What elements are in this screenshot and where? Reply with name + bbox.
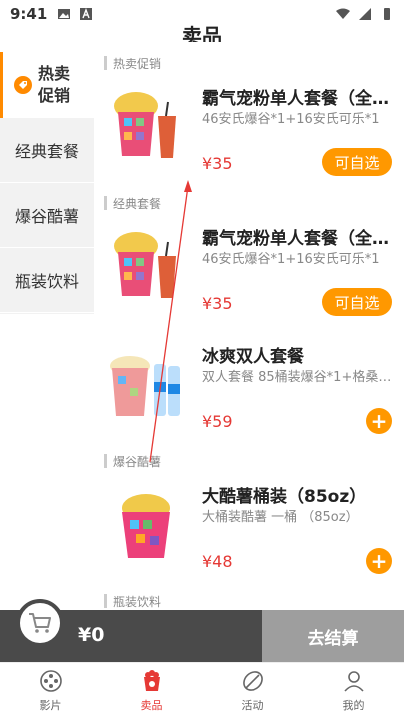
product-card[interactable]: 冰爽双人套餐 双人套餐 85桶装爆谷*1+格桑泉*2 ¥59 + — [104, 332, 404, 450]
product-price: ¥48 — [202, 552, 233, 571]
page-title: 卖品 — [182, 24, 222, 42]
product-description: 46安氏爆谷*1+16安氏可乐*1 — [202, 112, 380, 127]
cart-total: ¥0 — [78, 624, 105, 646]
checkout-button[interactable]: 去结算 — [262, 610, 404, 662]
popcorn-water-combo-image — [110, 356, 180, 416]
tab-profile[interactable]: 我的 — [303, 663, 404, 718]
tab-label: 影片 — [39, 698, 62, 712]
add-to-cart-button[interactable]: + — [366, 408, 392, 434]
tab-events[interactable]: 活动 — [202, 663, 303, 718]
sidebar-item-label: 瓶装饮料 — [14, 272, 79, 291]
fries-bucket-image — [122, 494, 170, 558]
popcorn-combo-image — [114, 92, 176, 158]
product-name: 冰爽双人套餐 — [202, 347, 304, 367]
cart-button[interactable] — [16, 599, 64, 647]
bottom-tab-bar: 影片 卖品 活动 我的 — [0, 662, 404, 718]
product-card[interactable]: 霸气宠粉单人套餐（全场） 46安氏爆谷*1+16安氏可乐*1 ¥35 可自选 — [104, 214, 404, 332]
section-header: 经典套餐 — [104, 192, 404, 214]
sidebar-active-indicator — [0, 52, 3, 118]
product-price: ¥35 — [202, 154, 233, 173]
section-header: 热卖促销 — [104, 52, 404, 74]
section-header: 爆谷酷薯 — [104, 450, 404, 472]
product-description: 大桶装酷薯 一桶 （85oz） — [202, 510, 359, 525]
product-name: 大酷薯桶装（85oz） — [202, 487, 367, 507]
add-to-cart-button[interactable]: + — [366, 548, 392, 574]
product-name: 霸气宠粉单人套餐（全场） — [202, 229, 394, 249]
popcorn-icon — [143, 669, 160, 691]
section-header: 瓶装饮料 — [104, 590, 404, 609]
product-name: 霸气宠粉单人套餐（全场） — [202, 89, 394, 109]
product-card[interactable]: 霸气宠粉单人套餐（全场） 46安氏爆谷*1+16安氏可乐*1 ¥35 可自选 — [104, 74, 404, 192]
tab-label: 我的 — [342, 698, 365, 712]
product-card[interactable]: 大酷薯桶装（85oz） 大桶装酷薯 一桶 （85oz） ¥48 + — [104, 472, 404, 590]
sidebar-item-hot-sale[interactable]: 热卖促销 — [0, 52, 94, 118]
product-list[interactable]: 热卖促销 霸气宠粉单人套餐（全场） 46安氏爆谷*1+16安氏可乐*1 ¥35 … — [104, 52, 404, 608]
product-description: 双人套餐 85桶装爆谷*1+格桑泉*2 — [202, 370, 394, 385]
sidebar-item-bottled-drinks[interactable]: 瓶装饮料 — [0, 248, 94, 313]
tab-label: 卖品 — [140, 698, 163, 712]
sidebar-item-popcorn-fries[interactable]: 爆谷酷薯 — [0, 183, 94, 248]
popcorn-combo-image — [114, 232, 176, 298]
film-reel-icon — [39, 669, 62, 692]
tab-label: 活动 — [241, 698, 264, 712]
product-description: 46安氏爆谷*1+16安氏可乐*1 — [202, 252, 380, 267]
product-price: ¥35 — [202, 294, 233, 313]
user-icon — [343, 670, 364, 692]
category-sidebar: 热卖促销 经典套餐 爆谷酷薯 瓶装饮料 — [0, 52, 94, 314]
sidebar-item-label: 经典套餐 — [14, 142, 79, 161]
product-price: ¥59 — [202, 412, 233, 431]
tag-icon — [14, 75, 32, 94]
sidebar-item-label: 爆谷酷薯 — [14, 207, 79, 226]
shopping-cart-icon — [29, 613, 51, 633]
tab-snacks[interactable]: 卖品 — [101, 663, 202, 718]
customize-button[interactable]: 可自选 — [322, 288, 392, 316]
tab-movies[interactable]: 影片 — [0, 663, 101, 718]
leaf-icon — [242, 670, 263, 691]
customize-button[interactable]: 可自选 — [322, 148, 392, 176]
sidebar-item-classic-combo[interactable]: 经典套餐 — [0, 118, 94, 183]
sidebar-item-label: 热卖促销 — [38, 63, 71, 105]
